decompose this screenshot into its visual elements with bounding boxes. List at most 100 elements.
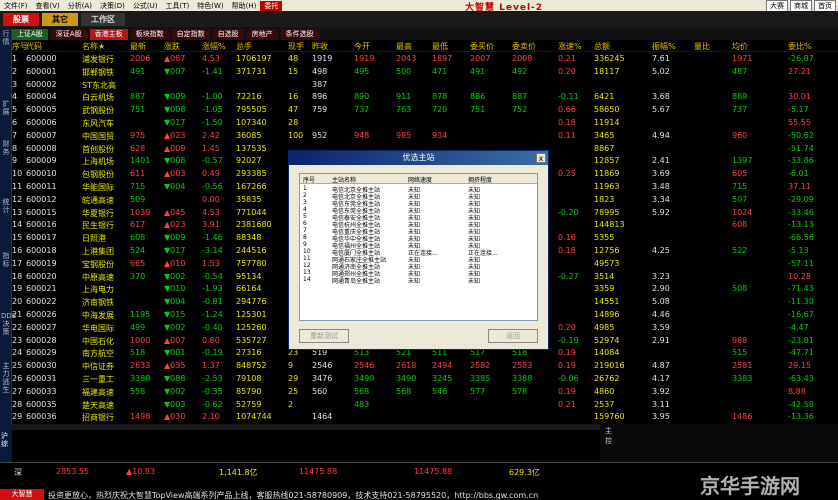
grid-cell: -33.46 [788,207,814,217]
grid-cell: 509 [130,194,146,204]
column-header[interactable]: 最新 [130,41,146,52]
menu-item[interactable]: 委托 [260,0,283,11]
column-header[interactable]: 昨收 [312,41,328,52]
grid-cell: 600012 [26,194,57,204]
ticker-text[interactable]: 投资更放心，热烈庆祝大智慧TopView高端系列产品上线，客服热线021-587… [48,490,538,500]
table-row[interactable]: 7 600007 中国国贸 975 ▲023 2.42 36085 100 952 948 985 9… [12,130,838,143]
server-row[interactable]: 14 网通青岛全推主站 未知 未知 [300,276,537,285]
grid-cell: 4985 [594,322,615,332]
sector-tab[interactable]: 上证A股 [12,28,48,40]
server-row[interactable]: 4 电信东莞全推主站 未知 未知 [300,206,537,215]
index-summary: 深 2853.55 ▲10.83 1,141.8亿 11475.88 11475… [14,465,674,479]
grid-cell: 1919 [354,54,375,63]
column-header[interactable]: 振幅% [652,41,676,52]
sector-tab[interactable]: 深证A股 [50,28,87,40]
grid-cell: 3.68 [652,92,670,102]
grid-cell: 27.21 [788,66,811,76]
menu-item[interactable]: 公式(U) [129,1,162,11]
table-row[interactable]: 6 600006 东风汽车 ▼017 -1.50 107340 28 0.18 11914 55.… [12,117,838,130]
column-header[interactable]: 代码 [26,41,42,52]
menu-item[interactable]: 帮助(H) [228,1,261,11]
server-row[interactable]: 11 网通石家庄全推主站 未知 未知 [300,255,537,264]
column-header[interactable]: 名称★ [82,41,105,52]
grid-cell: 35835 [236,194,262,204]
sector-tab[interactable]: 自定指数 [171,28,210,40]
sector-tab[interactable]: 香港主板 [89,28,128,40]
column-header[interactable]: 总手 [236,41,252,52]
column-header[interactable]: 最低 [432,41,448,52]
sidebar-tab[interactable]: 统计 [1,198,11,214]
server-row[interactable]: 5 电信泰安全推主站 未知 未知 [300,213,537,222]
watermark-logo: 京华手游网 [700,474,800,498]
server-row[interactable]: 7 电信重庆全推主站 未知 未知 [300,227,537,236]
table-row[interactable]: 25 600030 中信证券 2633 ▲035 1.37 848752 9 2546 2546 2… [12,360,838,373]
menu-item[interactable]: 特色(W) [193,1,227,11]
table-row[interactable]: 1 600000 浦发银行 2006 ▲087 4.53 1706197 48 1919 1919… [12,53,838,66]
column-header[interactable]: 委卖价 [512,41,536,52]
menu-item[interactable]: 查看(V) [32,1,64,11]
sidebar-tab[interactable]: 主力逃生 [1,362,11,394]
grid-cell: 0.20 [558,322,576,332]
server-row[interactable]: 12 网通济南全推主站 未知 未知 [300,262,537,271]
server-cell: 1 [303,185,307,192]
server-row[interactable]: 10 电信厦门全推主站 正在连接... 正在连接... [300,248,537,257]
sidebar-tab[interactable]: 财务 [1,140,11,156]
menu-item[interactable]: 分析(A) [64,1,96,11]
table-row[interactable]: 2 600001 邯郸钢铁 491 ▼007 -1.41 371731 15 498 495 500… [12,66,838,79]
sidebar-tab[interactable]: DDE决策 [1,312,16,336]
column-header[interactable]: 涨跌 [164,41,180,52]
server-column-header[interactable]: 主站名称 [332,175,356,184]
back-button[interactable]: 返回 [488,329,538,343]
column-header[interactable]: 最高 [396,41,412,52]
menu-item[interactable]: 工具(T) [161,1,193,11]
column-header[interactable]: 涨速% [558,41,582,52]
table-row[interactable]: 27 600033 福建高速 558 ▼002 -0.35 85790 25 560 568 568… [12,386,838,399]
horizontal-scrollbar[interactable] [12,424,600,430]
grid-cell: -1.50 [202,118,223,127]
table-row[interactable]: 5 600005 武钢股份 751 ▼008 -1.05 795505 47 759 737 763… [12,104,838,117]
workspace-button[interactable]: 工作区 [81,12,125,26]
column-header[interactable]: 今开 [354,41,370,52]
server-column-header[interactable]: 拥挤程度 [468,175,492,184]
column-header[interactable]: 涨幅% [202,41,226,52]
table-row[interactable]: 3 600002 ST东北高 387 [12,79,838,92]
server-row[interactable]: 8 电信华中全推主站 未知 未知 [300,234,537,243]
sidebar-tab[interactable]: 行情 [1,30,11,46]
server-row[interactable]: 13 网通郑州全推主站 未知 未知 [300,269,537,278]
server-list[interactable]: 序号 主站名称 网络速度 拥挤程度 1 电信北京全推主站 未知 未知 2 电信北京全推主站 未知未… [299,173,538,321]
right-panel-label[interactable]: 主控 [605,426,617,446]
column-header[interactable]: 委买价 [470,41,494,52]
server-column-header[interactable]: 序号 [303,175,315,184]
server-row[interactable]: 9 电信福州全推主站 未知 未知 [300,241,537,250]
server-row[interactable]: 1 电信北京全推主站 未知 未知 [300,185,537,194]
column-header[interactable]: 总额 [594,41,610,52]
sector-tab[interactable]: 房地产 [246,28,278,40]
retest-button[interactable]: 重新测试 [299,329,349,343]
grid-cell: 0.49 [202,169,220,179]
stock-button[interactable]: 股票 [3,12,39,26]
sidebar-tab[interactable]: 扩展 [1,100,11,116]
sector-tab[interactable]: 自选股 [212,28,244,40]
sidebar-tab[interactable]: 指标 [1,252,11,268]
close-icon[interactable]: x [536,153,546,163]
server-column-header[interactable]: 网络速度 [408,175,432,184]
table-row[interactable]: 26 600031 三一重工 3388 ▼088 -2.53 79108 29 3476 3490… [12,373,838,386]
table-row[interactable]: 28 600035 楚天高速 ▼003 -0.62 52759 2 483 0.21 2537 3.… [12,399,838,412]
server-row[interactable]: 2 电信北京全推主站 未知 未知 [300,192,537,201]
sector-tab[interactable]: 板块指数 [130,28,169,40]
grid-cell: 15 [12,233,23,243]
column-header[interactable]: 量比 [694,41,710,52]
column-header[interactable]: 现手 [288,41,304,52]
table-row[interactable]: 29 600036 招商银行 1498 ▲030 2.10 1074744 1464 15976… [12,411,838,424]
grid-cell: -11.30 [788,297,814,307]
column-header[interactable]: 均价 [732,41,748,52]
menu-item[interactable]: 决策(D) [96,1,129,11]
grid-cell: 7.61 [652,54,670,63]
other-button[interactable]: 其它 [42,12,78,26]
menu-item[interactable]: 文件(F) [0,1,32,11]
server-row[interactable]: 3 电信东莞全推主站 未知 未知 [300,199,537,208]
sector-tab[interactable]: 条件选股 [280,28,319,40]
server-row[interactable]: 6 电信杭州全推主站 未知 未知 [300,220,537,229]
column-header[interactable]: 委比% [788,41,812,52]
table-row[interactable]: 4 600004 白云机场 887 ▼009 -1.00 72216 16 896 890 911 8… [12,91,838,104]
